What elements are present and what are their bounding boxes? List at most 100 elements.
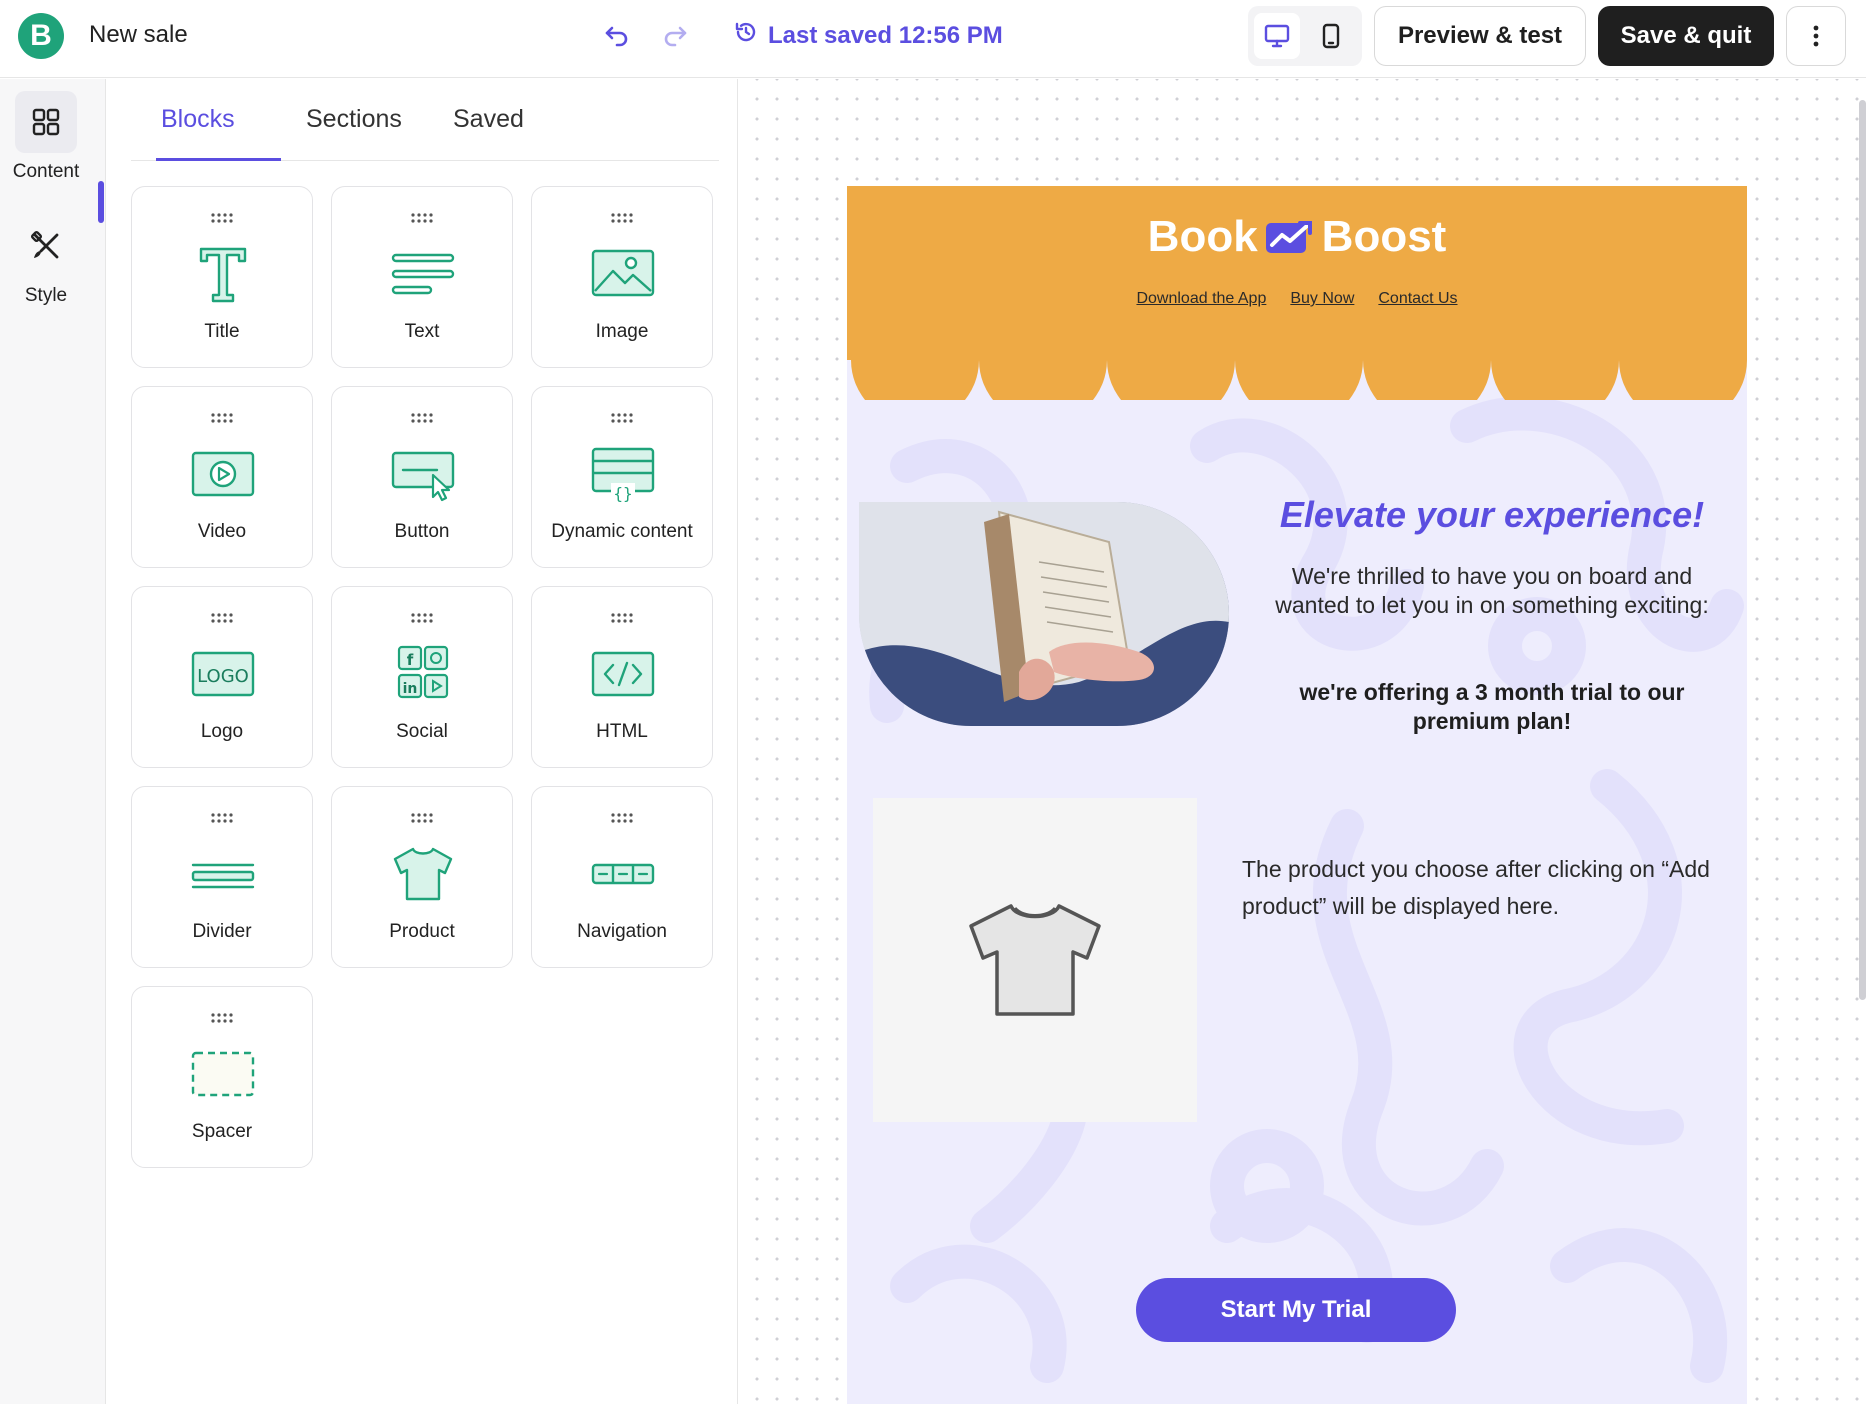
drag-handle-icon [211, 213, 233, 223]
tab-sections[interactable]: Sections [306, 105, 402, 134]
block-label: Social [396, 721, 448, 742]
svg-text:LOGO: LOGO [197, 666, 249, 687]
left-rail: Content Style [0, 79, 106, 1404]
block-label: Button [394, 521, 450, 542]
image-icon [591, 249, 655, 297]
chart-arrow-icon [1265, 221, 1312, 253]
hero-title[interactable]: Elevate your experience! [1242, 494, 1742, 536]
tab-blocks[interactable]: Blocks [161, 105, 235, 134]
nav-download-app[interactable]: Download the App [1136, 290, 1266, 308]
block-label: Spacer [191, 1121, 253, 1142]
svg-text:f: f [407, 651, 414, 669]
block-label: Image [595, 321, 649, 342]
block-navigation[interactable]: Navigation [531, 786, 713, 968]
brand-right: Boost [1321, 212, 1447, 261]
start-trial-button[interactable]: Start My Trial [1136, 1278, 1456, 1342]
email-brand-logo: Book Boost [847, 212, 1747, 262]
desktop-view-button[interactable] [1254, 13, 1300, 59]
drag-handle-icon [611, 813, 633, 823]
svg-text:in: in [403, 681, 418, 697]
rail-item-style[interactable]: Style [0, 215, 92, 307]
block-label: Logo [200, 721, 244, 742]
nav-contact-us[interactable]: Contact Us [1378, 290, 1457, 308]
block-logo[interactable]: LOGO Logo [131, 586, 313, 768]
more-options-button[interactable] [1786, 6, 1846, 66]
drag-handle-icon [611, 613, 633, 623]
drag-handle-icon [611, 213, 633, 223]
block-video[interactable]: Video [131, 386, 313, 568]
block-html[interactable]: HTML [531, 586, 713, 768]
rail-style-label: Style [24, 285, 68, 306]
block-button[interactable]: Button [331, 386, 513, 568]
svg-text:{}: {} [613, 484, 632, 503]
rail-content-label: Content [12, 161, 80, 182]
hero-image[interactable] [859, 502, 1229, 726]
dynamic-content-icon: {} [591, 447, 655, 503]
nav-buy-now[interactable]: Buy Now [1290, 290, 1354, 308]
product-description[interactable]: The product you choose after clicking on… [1242, 851, 1722, 925]
undo-icon[interactable] [602, 20, 632, 50]
spacer-icon [191, 1051, 255, 1097]
drag-handle-icon [411, 813, 433, 823]
top-bar: B New sale Last saved 12:56 PM Preview &… [0, 0, 1866, 78]
book-reading-photo [859, 502, 1229, 726]
brush-icon [15, 215, 77, 277]
redo-icon[interactable] [660, 20, 690, 50]
last-saved-text: Last saved 12:56 PM [768, 21, 1003, 49]
block-text[interactable]: Text [331, 186, 513, 368]
block-label: Video [197, 521, 247, 542]
drag-handle-icon [411, 413, 433, 423]
preview-test-button[interactable]: Preview & test [1374, 6, 1586, 66]
email-editor-app: B New sale Last saved 12:56 PM Preview &… [0, 0, 1866, 1404]
block-title[interactable]: Title [131, 186, 313, 368]
block-label: Divider [192, 921, 252, 942]
drag-handle-icon [411, 613, 433, 623]
email-navigation: Download the App Buy Now Contact Us [847, 290, 1747, 308]
history-icon [734, 20, 758, 51]
active-tab-underline [156, 158, 281, 161]
drag-handle-icon [211, 813, 233, 823]
hero-paragraph[interactable]: We're thrilled to have you on board and … [1257, 562, 1727, 620]
tshirt-icon [969, 904, 1101, 1016]
block-divider[interactable]: Divider [131, 786, 313, 968]
grid-icon [15, 91, 77, 153]
block-label: Product [389, 921, 455, 942]
save-quit-button[interactable]: Save & quit [1598, 6, 1774, 66]
canvas-scrollbar[interactable] [1859, 100, 1866, 1000]
block-social[interactable]: f in Social [331, 586, 513, 768]
block-image[interactable]: Image [531, 186, 713, 368]
product-placeholder[interactable] [873, 798, 1197, 1122]
drag-handle-icon [611, 413, 633, 423]
save-status: Last saved 12:56 PM [734, 20, 1003, 51]
mobile-view-button[interactable] [1308, 13, 1354, 59]
block-label: Text [404, 321, 440, 342]
mobile-icon [1322, 23, 1340, 49]
video-icon [191, 451, 255, 497]
email-preview: Book Boost Download the App Buy Now Cont… [847, 186, 1747, 1404]
block-label: HTML [596, 721, 648, 742]
block-label: Title [204, 321, 240, 342]
blocks-panel: Blocks Sections Saved Title Text Image V… [106, 79, 738, 1404]
drag-handle-icon [211, 413, 233, 423]
document-title[interactable]: New sale [89, 21, 188, 49]
device-toggle [1248, 6, 1362, 66]
block-product[interactable]: Product [331, 786, 513, 968]
panel-tabs: Blocks Sections Saved [131, 79, 719, 161]
product-icon [393, 847, 453, 901]
text-icon [391, 253, 455, 295]
divider-icon [191, 863, 255, 889]
kebab-menu-icon [1813, 25, 1819, 47]
tab-saved[interactable]: Saved [453, 105, 524, 134]
html-icon [591, 651, 655, 697]
navigation-icon [591, 863, 655, 885]
social-icon: f in [397, 645, 449, 699]
block-label: Dynamic content [551, 521, 693, 542]
brand-left: Book [1147, 212, 1258, 261]
block-dynamic-content[interactable]: {} Dynamic content [531, 386, 713, 568]
hero-offer-text[interactable]: we're offering a 3 month trial to our pr… [1257, 678, 1727, 736]
drag-handle-icon [211, 613, 233, 623]
block-spacer[interactable]: Spacer [131, 986, 313, 1168]
rail-item-content[interactable]: Content [0, 91, 92, 183]
drag-handle-icon [411, 213, 433, 223]
app-logo[interactable]: B [18, 13, 64, 59]
